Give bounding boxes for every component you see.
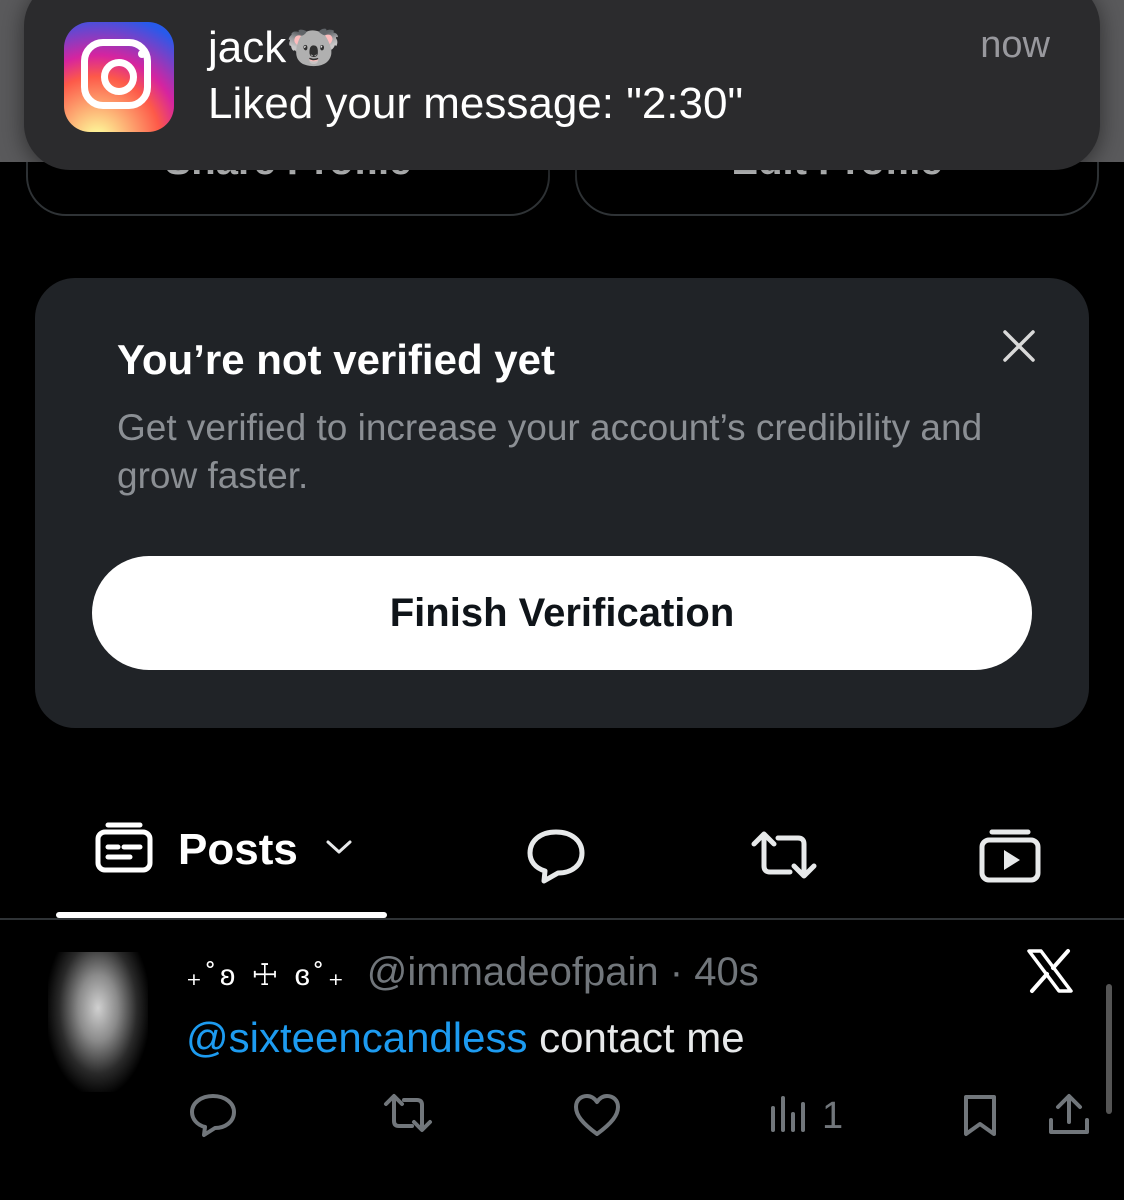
divider — [0, 918, 1124, 920]
tab-posts[interactable]: Posts — [94, 820, 354, 879]
post[interactable]: ₊˚ʚ ☩ ɞ˚₊ @immadeofpain · 40s @sixteenca… — [0, 922, 1124, 1200]
profile-tabs: Posts — [0, 800, 1124, 920]
analytics-icon — [768, 1094, 808, 1139]
tab-posts-label: Posts — [178, 824, 298, 874]
views-button[interactable]: 1 — [768, 1094, 843, 1139]
post-text: @sixteencandless contact me — [186, 1014, 745, 1062]
heart-icon — [572, 1092, 622, 1143]
reply-icon — [188, 1092, 238, 1143]
screen: Share Profile Edit Profile jack🐨 Liked y… — [0, 0, 1124, 1200]
verification-card: You’re not verified yet Get verified to … — [35, 278, 1089, 728]
post-handle[interactable]: @immadeofpain — [367, 950, 659, 994]
post-display-name[interactable]: ₊˚ʚ ☩ ɞ˚₊ — [186, 959, 348, 992]
tab-replies[interactable] — [524, 826, 588, 889]
x-logo-icon — [1026, 948, 1074, 999]
scrollbar[interactable] — [1106, 984, 1112, 1114]
share-icon — [1046, 1092, 1092, 1143]
avatar[interactable] — [48, 952, 148, 1092]
verification-title: You’re not verified yet — [117, 336, 555, 383]
media-icon — [978, 826, 1042, 889]
posts-icon — [94, 820, 154, 879]
post-separator: · — [669, 950, 684, 994]
post-time: 40s — [694, 950, 759, 994]
notification-time: now — [980, 24, 1050, 66]
tab-reposts[interactable] — [748, 828, 820, 887]
close-icon[interactable] — [999, 326, 1039, 366]
tab-media[interactable] — [978, 826, 1042, 889]
repost-icon — [382, 1092, 434, 1139]
reposts-icon — [748, 828, 820, 887]
bookmark-button[interactable] — [960, 1092, 1000, 1143]
verification-description: Get verified to increase your account’s … — [117, 407, 983, 496]
views-count: 1 — [822, 1095, 844, 1137]
post-mention[interactable]: @sixteencandless — [186, 1014, 527, 1061]
instagram-notification[interactable]: jack🐨 Liked your message: "2:30" now — [24, 0, 1100, 170]
reply-button[interactable] — [188, 1092, 238, 1143]
post-actions: 1 — [0, 1092, 1124, 1152]
notification-sender: jack🐨 — [208, 23, 342, 72]
instagram-icon — [64, 22, 174, 132]
finish-verification-button[interactable]: Finish Verification — [92, 556, 1032, 670]
share-button[interactable] — [1046, 1092, 1092, 1143]
post-header: ₊˚ʚ ☩ ɞ˚₊ @immadeofpain · 40s — [186, 950, 759, 995]
replies-icon — [524, 826, 588, 889]
bookmark-icon — [960, 1092, 1000, 1143]
like-button[interactable] — [572, 1092, 622, 1143]
post-text-body: contact me — [527, 1014, 745, 1061]
chevron-down-icon — [324, 837, 354, 862]
repost-button[interactable] — [382, 1092, 434, 1139]
notification-message: Liked your message: "2:30" — [208, 79, 744, 128]
